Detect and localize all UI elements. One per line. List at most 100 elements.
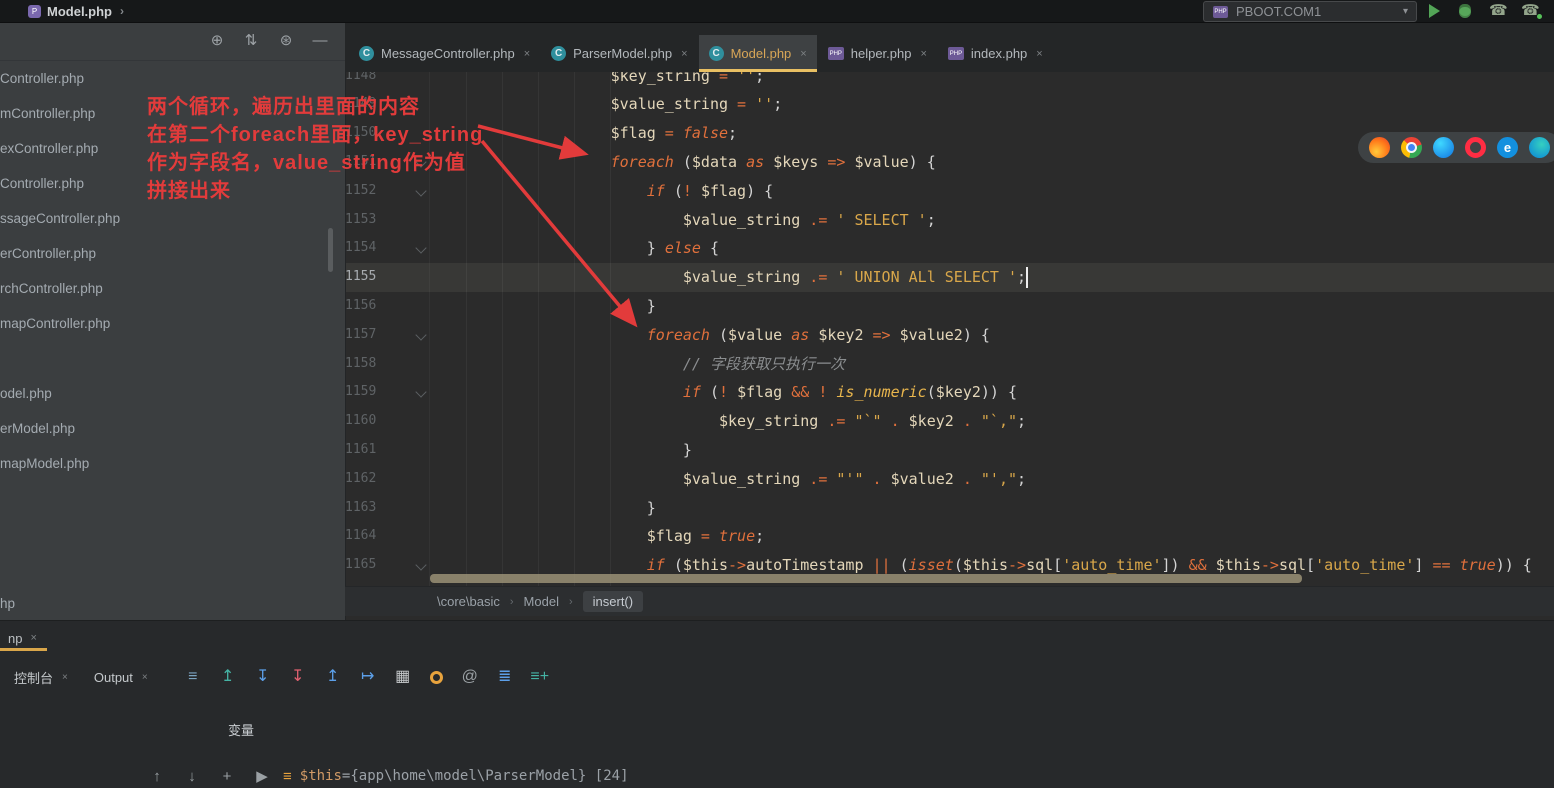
project-tree-item[interactable]: mController.php [0,106,95,123]
code-line-1158[interactable]: // 字段获取只执行一次 [430,350,845,379]
breadcrumb-item[interactable]: insert() [582,591,644,612]
code-line-1161[interactable]: } [430,436,692,465]
code-line-1149[interactable]: $value_string = ''; [430,90,783,119]
safari-icon[interactable] [1433,137,1454,158]
project-tree-item[interactable]: mapController.php [0,316,110,333]
line-number-1152[interactable]: 1152 [345,177,376,206]
collapse-all-icon[interactable]: ⇅ [240,32,262,50]
line-number-1160[interactable]: 1160 [345,407,376,436]
code-line-1153[interactable]: $value_string .= ' SELECT '; [430,206,936,235]
code-line-1151[interactable]: foreach ($data as $keys => $value) { [430,148,936,177]
show-execution-point-icon[interactable]: ↥ [217,666,239,688]
line-number-1158[interactable]: 1158 [345,350,376,379]
tab-close-icon[interactable]: × [681,48,687,60]
navigate-down-icon[interactable]: ↓ [183,768,201,785]
navigate-up-icon[interactable]: ↑ [148,768,166,785]
variables-pane-label[interactable]: 变量 [228,720,254,739]
hide-panel-icon[interactable]: — [309,32,331,50]
code-line-1148[interactable]: $key_string = ''; [430,72,765,90]
code-line-1156[interactable]: } [430,292,656,321]
project-tree-item[interactable]: rchController.php [0,281,103,298]
line-number-1165[interactable]: 1165 [345,551,376,580]
line-number-1148[interactable]: 1148 [345,72,376,90]
listen-debug-connections-icon[interactable]: ☎ [1521,2,1542,20]
run-configuration-select[interactable]: PHP PBOOT.COM1 ▾ [1203,1,1417,22]
horizontal-scrollbar-thumb[interactable] [430,574,1302,583]
debug-icon[interactable] [1459,4,1471,18]
stop-listen-debug-icon[interactable]: ☎ [1489,2,1508,20]
line-number-1162[interactable]: 1162 [345,465,376,494]
close-icon[interactable]: × [142,672,148,683]
horizontal-scrollbar[interactable] [430,574,1550,583]
run-to-cursor-icon[interactable]: ↦ [357,666,379,688]
fold-marker[interactable] [415,329,427,341]
force-step-into-icon[interactable]: ↧ [287,666,309,688]
tab-close-icon[interactable]: × [524,48,530,60]
console-tab[interactable]: 控制台 [14,668,53,687]
editor-tab-index-php[interactable]: PHP index.php × [938,35,1053,72]
code-line-1163[interactable]: } [430,494,656,523]
edge-icon[interactable]: e [1497,137,1518,158]
code-line-1157[interactable]: foreach ($value as $key2 => $value2) { [430,321,990,350]
code-line-1155[interactable]: $value_string .= ' UNION ALl SELECT '; [430,263,1026,292]
mention-icon[interactable]: @ [459,666,481,688]
fold-marker[interactable] [415,185,427,197]
add-watch-icon[interactable]: + [218,768,236,785]
project-tree-item[interactable]: erController.php [0,246,96,263]
project-tree-item[interactable]: ssageController.php [0,211,120,228]
add-to-watches-icon[interactable]: ≡+ [529,666,551,688]
project-tree-item[interactable]: Controller.php [0,71,84,88]
line-number-1163[interactable]: 1163 [345,494,376,523]
fold-marker[interactable] [415,386,427,398]
tree-scrollbar[interactable] [328,228,333,272]
run-icon[interactable] [1429,4,1440,18]
output-tab[interactable]: Output [94,670,133,685]
variable-value[interactable]: {app\home\model\ParserModel} [24] [350,768,628,784]
breadcrumb-item[interactable]: \core\basic [437,594,500,609]
line-number-1156[interactable]: 1156 [345,292,376,321]
debug-file-tab[interactable]: np × [0,626,37,650]
code-line-1162[interactable]: $value_string .= "'" . $value2 . "',"; [430,465,1026,494]
line-number-1154[interactable]: 1154 [345,234,376,263]
coin-icon[interactable] [429,670,443,684]
tab-close-icon[interactable]: × [800,48,806,60]
tab-close-icon[interactable]: × [920,48,926,60]
edge-dev-icon[interactable] [1529,137,1550,158]
view-as-table-icon[interactable]: ▦ [392,666,414,688]
locate-file-icon[interactable]: ⊕ [206,32,228,50]
project-tree-item[interactable]: odel.php [0,386,52,403]
step-out-icon[interactable]: ↥ [322,666,344,688]
firefox-icon[interactable] [1369,137,1390,158]
code-line-1154[interactable]: } else { [430,234,719,263]
project-tree-item[interactable]: Controller.php [0,176,84,193]
project-tree-item[interactable]: hp [0,596,15,613]
chrome-icon[interactable] [1401,137,1422,158]
line-number-1157[interactable]: 1157 [345,321,376,350]
editor-tab-messagecontroller-php[interactable]: C MessageController.php × [349,35,540,72]
project-tree-item[interactable]: mapModel.php [0,456,89,473]
line-number-1161[interactable]: 1161 [345,436,376,465]
editor-tab-parsermodel-php[interactable]: C ParserModel.php × [541,35,697,72]
line-number-1153[interactable]: 1153 [345,206,376,235]
fold-marker[interactable] [415,242,427,254]
line-number-1164[interactable]: 1164 [345,522,376,551]
breadcrumb-item[interactable]: Model [524,594,559,609]
tab-close-icon[interactable]: × [1036,48,1042,60]
close-icon[interactable]: × [30,632,36,644]
editor-tab-helper-php[interactable]: PHP helper.php × [818,35,937,72]
code-line-1159[interactable]: if (! $flag && ! is_numeric($key2)) { [430,378,1017,407]
variable-name[interactable]: $this [300,768,342,784]
fold-marker[interactable] [415,559,427,571]
step-into-icon[interactable]: ↧ [252,666,274,688]
editor-tab-model-php[interactable]: C Model.php × [698,35,817,72]
settings-icon[interactable]: ⊛ [275,32,297,50]
opera-icon[interactable] [1465,137,1486,158]
code-line-1164[interactable]: $flag = true; [430,522,764,551]
evaluate-icon[interactable]: ▶ [253,767,271,785]
numbered-list-icon[interactable]: ≣ [494,666,516,688]
code-line-1152[interactable]: if (! $flag) { [430,177,773,206]
project-tree-item[interactable]: exController.php [0,141,98,158]
line-number-1155[interactable]: 1155 [345,263,376,292]
line-number-1159[interactable]: 1159 [345,378,376,407]
project-tree-item[interactable]: erModel.php [0,421,75,438]
